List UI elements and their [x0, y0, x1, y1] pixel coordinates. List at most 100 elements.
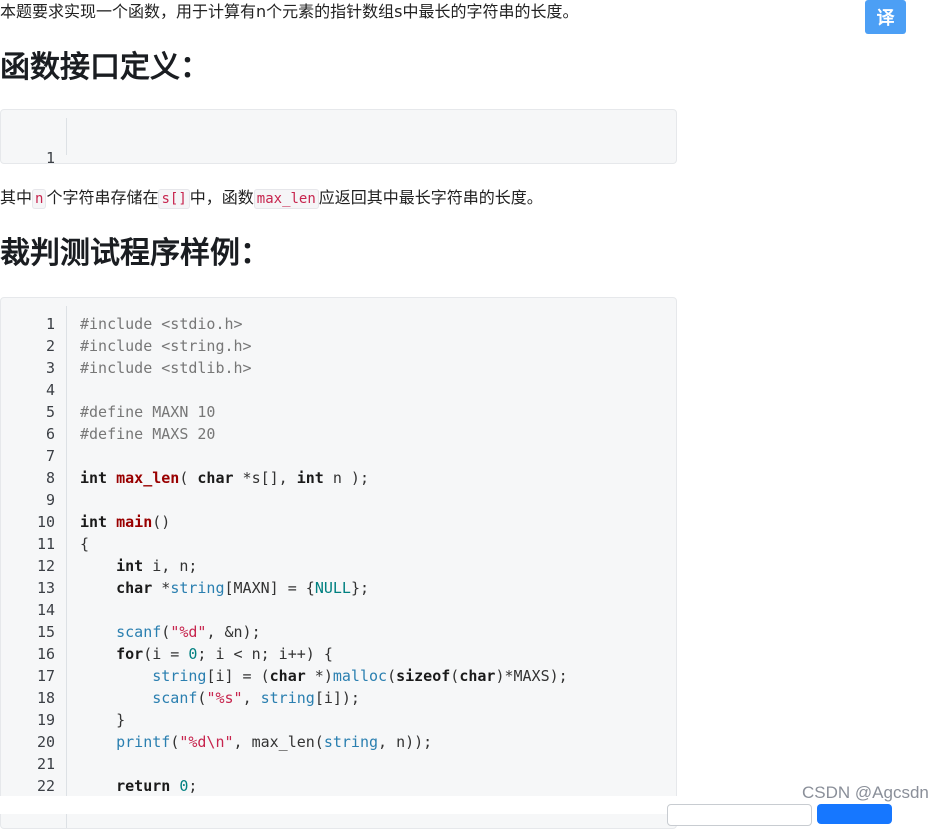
code-text: int i, n; [80, 555, 197, 577]
line-number: 14 [36, 601, 55, 619]
function-description: 其中 n 个字符串存储在 s[] 中，函数 max_len 应返回其中最长字符串的长度。 [0, 186, 543, 211]
code-line: 8 int max_len( char *s[], int n ); [1, 467, 676, 489]
code-token: ( [161, 623, 171, 641]
code-text: scanf("%s", string[i]); [80, 687, 360, 709]
desc-text: 中，函数 [189, 188, 254, 207]
heading-test-program-sample: 裁判测试程序样例： [0, 236, 270, 271]
line-number: 13 [36, 579, 55, 597]
code-token: malloc [332, 667, 388, 685]
code-text: } [80, 709, 125, 731]
code-text: printf("%d\n", max_len(string, n)); [80, 731, 432, 753]
code-line: 18 scanf("%s", string[i]); [1, 687, 676, 709]
code-token: } [80, 711, 126, 729]
heading-function-interface: 函数接口定义： [0, 50, 210, 85]
line-number: 22 [36, 777, 55, 795]
primary-button[interactable] [817, 804, 892, 824]
code-token: i, n; [143, 557, 198, 575]
code-token: n ); [323, 469, 369, 487]
code-token: "%d\n" [179, 733, 234, 751]
code-token: (i = [143, 645, 189, 663]
code-text: string[i] = (char *)malloc(sizeof(char)*… [80, 665, 568, 687]
code-text: int main() [80, 511, 170, 533]
code-token: *) [305, 667, 333, 685]
code-token: scanf [152, 689, 198, 707]
desc-text: 其中 [0, 188, 33, 207]
code-line: 16 for(i = 0; i < n; i++) { [1, 643, 676, 665]
code-line: 10 int main() [1, 511, 676, 533]
code-line: 9 [1, 489, 676, 511]
line-number: 16 [36, 645, 55, 663]
translate-button[interactable]: 译 [865, 0, 906, 34]
code-token: )*MAXS); [495, 667, 568, 685]
inline-code-max-len: max_len [253, 189, 319, 209]
code-token: string [323, 733, 379, 751]
code-token: int [80, 469, 108, 487]
code-token: char [116, 579, 153, 597]
secondary-button[interactable] [667, 804, 812, 826]
line-number: 20 [36, 733, 55, 751]
code-token: int [116, 557, 144, 575]
code-token: return [116, 777, 171, 795]
code-token: scanf [116, 623, 162, 641]
line-number: 12 [36, 557, 55, 575]
code-token: sizeof [396, 667, 451, 685]
code-token: #include <string.h> [80, 337, 252, 355]
code-line: 15 scanf("%d", &n); [1, 621, 676, 643]
code-text: #include <stdlib.h> [80, 357, 252, 379]
code-text: #define MAXS 20 [80, 423, 215, 445]
code-token: ( [170, 733, 180, 751]
code-token: ( [179, 469, 198, 487]
inline-code-n: n [32, 189, 47, 209]
line-number: 1 [45, 149, 55, 164]
code-line: 19 } [1, 709, 676, 731]
code-token: , [242, 689, 261, 707]
code-token: [i]); [314, 689, 360, 707]
sample-code-block: 1 #include <stdio.h> 2 #include <string.h> 3… [0, 297, 677, 829]
code-token: #include <stdlib.h> [80, 359, 252, 377]
code-token: ; [188, 777, 198, 795]
line-number: 18 [36, 689, 55, 707]
code-token: string [152, 667, 207, 685]
code-line: 21 [1, 753, 676, 775]
line-number: 10 [36, 513, 55, 531]
code-token: }; [350, 579, 369, 597]
code-token: [MAXN] = { [224, 579, 315, 597]
code-line: 11 { [1, 533, 676, 555]
code-token: main [116, 513, 153, 531]
code-token: [i] = ( [206, 667, 270, 685]
code-token: ( [450, 667, 460, 685]
code-token: int [80, 513, 108, 531]
line-number: 21 [36, 755, 55, 773]
line-number: 15 [36, 623, 55, 641]
line-number: 1 [45, 315, 55, 333]
line-number: 6 [45, 425, 55, 443]
code-line: 13 char *string[MAXN] = {NULL}; [1, 577, 676, 599]
code-token: max_len [116, 469, 180, 487]
line-number: 2 [45, 337, 55, 355]
code-token: NULL [314, 579, 351, 597]
code-line: 14 [1, 599, 676, 621]
code-line: 4 [1, 379, 676, 401]
code-text: scanf("%d", &n); [80, 621, 261, 643]
code-token: "%s" [206, 689, 243, 707]
code-token: , max_len( [233, 733, 324, 751]
code-text: #include <string.h> [80, 335, 252, 357]
code-token: , &n); [206, 623, 261, 641]
code-token: { [80, 535, 90, 553]
code-text: return 0; [80, 775, 197, 797]
code-token: for [116, 645, 144, 663]
code-line: 22 return 0; [1, 775, 676, 797]
line-number: 9 [45, 491, 55, 509]
code-token: () [152, 513, 171, 531]
problem-intro: 本题要求实现一个函数，用于计算有n个元素的指针数组s中最长的字符串的长度。 [0, 2, 579, 21]
code-token: ; i < n; i++) { [197, 645, 333, 663]
code-token: ( [387, 667, 397, 685]
code-token: * [152, 579, 171, 597]
code-text: #define MAXN 10 [80, 401, 215, 423]
